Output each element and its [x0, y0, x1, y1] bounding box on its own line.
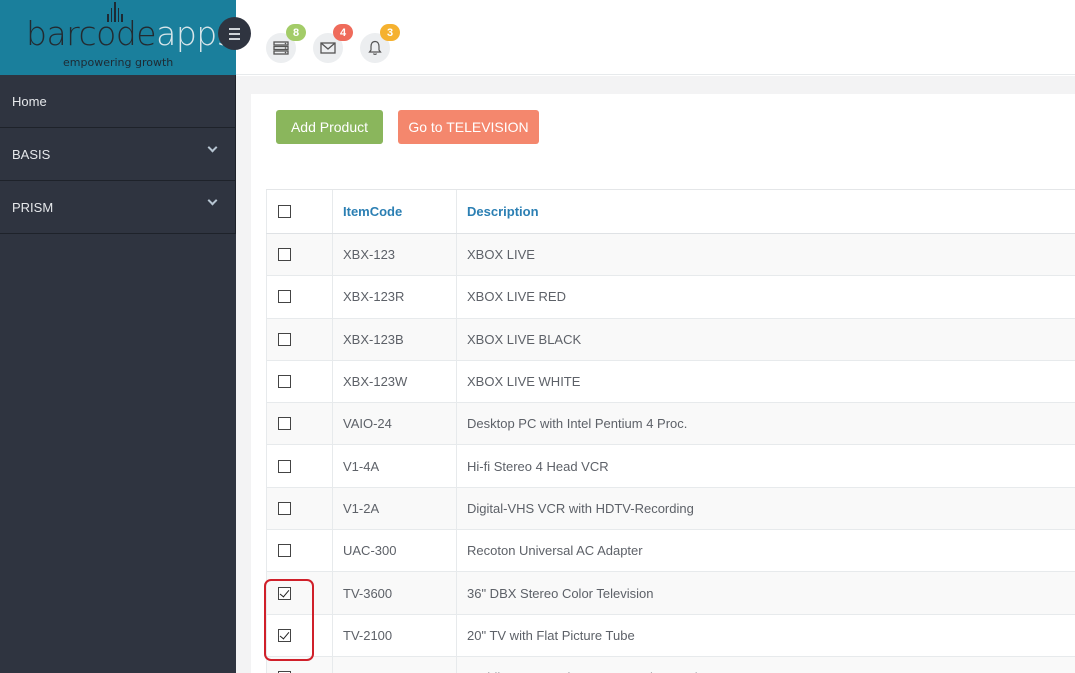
item-code-cell: VAIO-24: [333, 403, 457, 445]
logo-tagline: empowering growth: [63, 56, 174, 69]
go-to-television-button[interactable]: Go to TELEVISION: [398, 110, 539, 144]
column-header-itemcode[interactable]: ItemCode: [333, 190, 457, 233]
row-checkbox[interactable]: [278, 586, 291, 600]
messages-count-badge: 4: [333, 24, 353, 41]
products-panel: Add Product Go to TELEVISION ItemCode De…: [251, 94, 1075, 673]
table-header-row: ItemCode Description: [266, 190, 1075, 234]
top-bar: 8 4 3: [236, 0, 1075, 75]
notification-count-badge: 8: [286, 24, 306, 41]
table-row[interactable]: XBX-123 XBOX LIVE: [266, 234, 1075, 277]
sidebar-item-prism[interactable]: PRISM: [0, 181, 236, 234]
products-table: ItemCode Description XBX-123 XBOX LIVE XBX…: [266, 189, 1075, 673]
row-checkbox[interactable]: [278, 501, 291, 515]
sidebar-item-basis[interactable]: BASIS: [0, 128, 236, 181]
sidebar-item-label: BASIS: [12, 146, 51, 162]
hamburger-icon: [229, 27, 240, 30]
alerts-count-badge: 3: [380, 24, 400, 41]
row-checkbox[interactable]: [278, 290, 291, 304]
row-checkbox[interactable]: [278, 417, 291, 431]
description-cell: XBOX LIVE WHITE: [467, 374, 581, 390]
brand-logo[interactable]: barcodeapps empowering growth: [0, 0, 236, 75]
table-row[interactable]: VAIO-24 Desktop PC with Intel Pentium 4 P…: [266, 403, 1075, 446]
table-row[interactable]: TD-500Toshiba Progressive Scan DVD/DVD-R…: [266, 656, 1075, 673]
table-row[interactable]: V1-4A Hi-fi Stereo 4 Head VCR: [266, 445, 1075, 488]
envelope-icon: [320, 42, 336, 54]
server-list-icon: [273, 41, 289, 55]
row-checkbox[interactable]: [278, 248, 291, 262]
description-cell: 36" DBX Stereo Color Television: [467, 585, 654, 601]
sidebar-item-label: Home: [12, 93, 47, 109]
item-code-cell: XBX-123R: [333, 276, 457, 318]
menu-toggle-button[interactable]: [218, 17, 251, 50]
table-row[interactable]: TV-3600 36" DBX Stereo Color Television: [266, 572, 1075, 615]
sidebar-item-label: PRISM: [12, 199, 54, 215]
item-code-cell: TV-3600: [333, 572, 457, 614]
description-cell: XBOX LIVE RED: [467, 289, 566, 305]
row-checkbox[interactable]: [278, 332, 291, 346]
main-content: Add Product Go to TELEVISION ItemCode De…: [236, 76, 1075, 673]
bell-icon: [368, 40, 382, 55]
item-code-cell: XBX-123: [333, 234, 457, 276]
add-product-button[interactable]: Add Product: [276, 110, 383, 144]
row-checkbox[interactable]: [278, 544, 291, 558]
description-cell: XBOX LIVE BLACK: [467, 331, 582, 347]
select-all-checkbox[interactable]: [278, 205, 291, 218]
sidebar-item-home[interactable]: Home: [0, 75, 236, 128]
chevron-down-icon: [207, 142, 218, 153]
item-code-cell: UAC-300: [333, 530, 457, 572]
row-checkbox[interactable]: [278, 628, 291, 642]
description-cell: Recoton Universal AC Adapter: [467, 543, 643, 559]
table-row[interactable]: TV-2100 20" TV with Flat Picture Tube: [266, 614, 1075, 657]
table-row[interactable]: V1-2A Digital-VHS VCR with HDTV-Recording: [266, 487, 1075, 531]
table-row[interactable]: UAC-300 Recoton Universal AC Adapter: [266, 530, 1075, 573]
description-cell: XBOX LIVE: [467, 247, 535, 263]
table-row[interactable]: XBX-123W XBOX LIVE WHITE: [266, 360, 1075, 404]
item-code-cell: TD-500: [333, 656, 457, 673]
description-cell: 20" TV with Flat Picture Tube: [467, 627, 635, 643]
description-cell: Digital-VHS VCR with HDTV-Recording: [467, 500, 694, 516]
table-row[interactable]: XBX-123R XBOX LIVE RED: [266, 276, 1075, 319]
description-cell: Desktop PC with Intel Pentium 4 Proc.: [467, 416, 688, 432]
sidebar-nav: Home BASIS PRISM: [0, 75, 236, 234]
row-checkbox[interactable]: [278, 459, 291, 473]
row-checkbox[interactable]: [278, 375, 291, 389]
table-row[interactable]: XBX-123B XBOX LIVE BLACK: [266, 318, 1075, 361]
item-code-cell: TV-2100: [333, 614, 457, 656]
item-code-cell: XBX-123B: [333, 318, 457, 360]
item-code-cell: XBX-123W: [333, 360, 457, 403]
logo-wordmark: barcodeapps: [26, 14, 234, 53]
item-code-cell: V1-2A: [333, 487, 457, 530]
column-header-description[interactable]: Description: [457, 190, 1075, 233]
sidebar: barcodeapps empowering growth Home BASIS…: [0, 0, 236, 673]
description-cell: Hi-fi Stereo 4 Head VCR: [467, 458, 609, 474]
chevron-down-icon: [207, 195, 218, 206]
item-code-cell: V1-4A: [333, 445, 457, 487]
description-cell: Toshiba Progressive Scan DVD/DVD-R/RW: [457, 657, 1075, 673]
